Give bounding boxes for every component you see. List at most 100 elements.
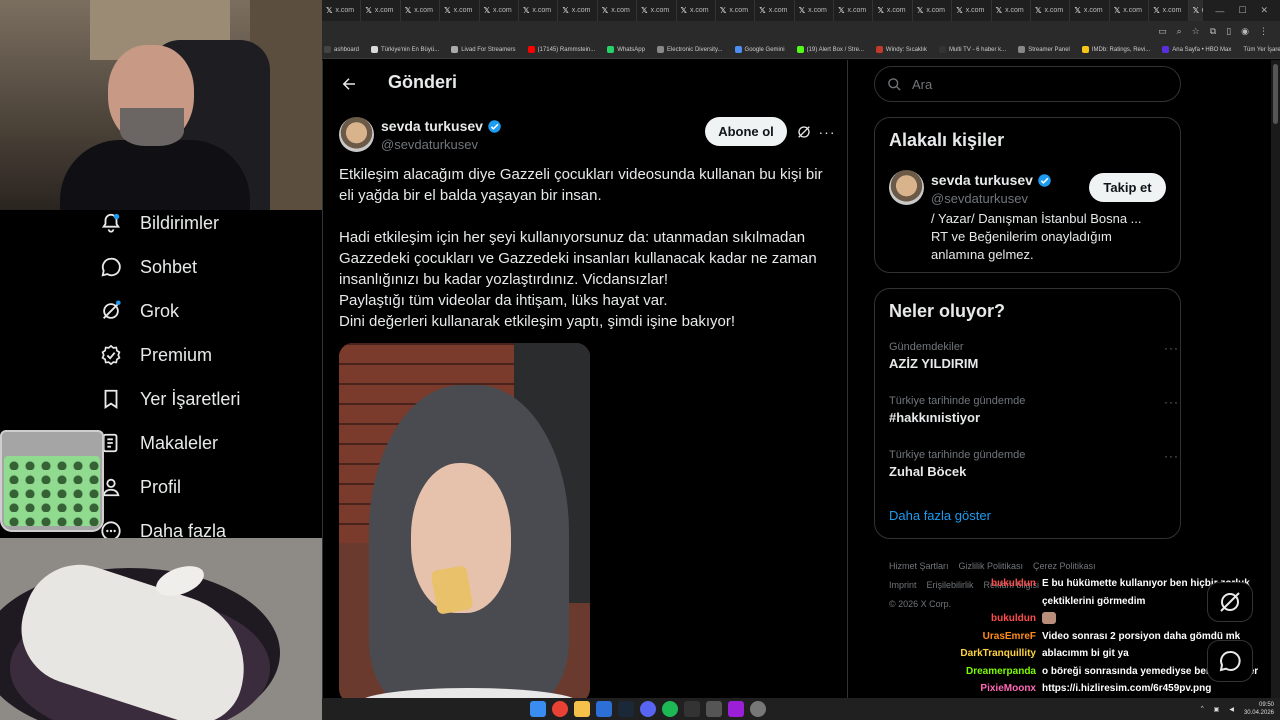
bookmark-item[interactable]: Google Gemini — [734, 46, 785, 53]
more-options-button[interactable]: ··· — [817, 122, 837, 142]
back-button[interactable] — [337, 72, 361, 96]
sidebar-item-profil[interactable]: Profil — [100, 474, 181, 500]
sidebar-item-premium[interactable]: Premium — [100, 342, 212, 368]
menu-icon[interactable]: ⋮ — [1259, 26, 1268, 37]
trend-item[interactable]: Türkiye tarihinde gündemde Zuhal Böcek ··· — [889, 449, 1179, 479]
browser-tab[interactable]: 𝕏x.com — [913, 0, 953, 21]
bookmark-item[interactable]: Ana Sayfa • HBO Max — [1162, 46, 1231, 53]
sidebar-item-bildirimler[interactable]: Bildirimler — [100, 210, 219, 236]
related-name-row[interactable]: sevda turkusev — [931, 172, 1052, 188]
browser-tab[interactable]: 𝕏x.com — [637, 0, 677, 21]
start-icon[interactable] — [530, 701, 546, 717]
volume-icon[interactable]: ◀ — [1229, 706, 1234, 713]
kick-icon[interactable] — [728, 701, 744, 717]
zoom-icon[interactable]: ⌕ — [1177, 26, 1182, 37]
browser-tab[interactable]: 𝕏x.com — [480, 0, 519, 21]
grok-float-button[interactable] — [1207, 582, 1253, 622]
browser-tab[interactable]: 𝕏x.com — [440, 0, 480, 21]
obs-icon[interactable] — [750, 701, 766, 717]
split-view-icon[interactable]: ▯ — [1226, 26, 1231, 37]
profile-icon[interactable]: ◉ — [1241, 26, 1249, 37]
browser-tab[interactable]: 𝕏x.com — [1110, 0, 1150, 21]
author-handle[interactable]: @sevdaturkusev — [381, 137, 478, 152]
bookmark-item[interactable]: Windy: Sıcaklık — [875, 46, 927, 53]
footer-link[interactable]: Hizmet Şartları — [889, 561, 949, 571]
chrome-icon[interactable] — [552, 701, 568, 717]
steam-icon[interactable] — [618, 701, 634, 717]
bookmark-item[interactable]: Streamer Panel — [1018, 46, 1070, 53]
maximize-icon[interactable]: ☐ — [1238, 5, 1246, 16]
sidebar-item-makaleler[interactable]: Makaleler — [100, 430, 218, 456]
bookmark-item[interactable]: (19) Alert Box / Stre... — [796, 46, 864, 53]
browser-tab[interactable]: 𝕏x.com — [598, 0, 638, 21]
browser-tab[interactable]: 𝕏x.com — [952, 0, 992, 21]
app-icon[interactable] — [596, 701, 612, 717]
discord-icon[interactable] — [640, 701, 656, 717]
browser-tab[interactable]: 𝕏x.com — [795, 0, 835, 21]
bookmark-item[interactable]: ashboard — [324, 46, 359, 53]
browser-tab[interactable]: 𝕏x.com — [755, 0, 795, 21]
related-name[interactable]: sevda turkusev — [931, 172, 1033, 188]
author-name-row[interactable]: sevda turkusev — [381, 118, 502, 134]
trend-item[interactable]: Türkiye tarihinde gündemde #hakkınıistiyo… — [889, 395, 1179, 425]
all-bookmarks-button[interactable]: Tüm Yer İşaretleri — [1243, 47, 1280, 53]
network-icon[interactable]: ▣ — [1214, 706, 1220, 713]
bookmark-item[interactable]: Türkiye'nin En Büyü... — [371, 46, 439, 53]
trend-item[interactable]: Gündemdekiler AZİZ YILDIRIM ··· — [889, 341, 1179, 371]
spotify-icon[interactable] — [662, 701, 678, 717]
browser-tab[interactable]: 𝕏x.com — [361, 0, 401, 21]
browser-tab[interactable]: 𝕏x.com — [322, 0, 362, 21]
bookmark-favicon-icon — [451, 46, 459, 53]
epic-games-icon[interactable] — [684, 701, 700, 717]
bookmark-item[interactable]: Electronic Diversity... — [656, 46, 723, 53]
minimize-icon[interactable]: — — [1215, 6, 1224, 16]
chevron-up-icon[interactable]: ^ — [1201, 706, 1204, 712]
folder-icon[interactable] — [574, 701, 590, 717]
trend-more-button[interactable]: ··· — [1164, 341, 1179, 355]
follow-button[interactable]: Takip et — [1089, 173, 1166, 202]
app-icon[interactable] — [706, 701, 722, 717]
browser-tab[interactable]: 𝕏x.com — [873, 0, 913, 21]
show-more-link[interactable]: Daha fazla göster — [889, 508, 991, 523]
browser-tab[interactable]: 𝕏x.com — [992, 0, 1032, 21]
browser-tab[interactable]: 𝕏x.com — [834, 0, 874, 21]
browser-tab[interactable]: 𝕏x.com — [401, 0, 441, 21]
trend-more-button[interactable]: ··· — [1164, 395, 1179, 409]
browser-tab[interactable]: 𝕏x.com — [677, 0, 716, 21]
subscribe-button[interactable]: Abone ol — [705, 117, 787, 146]
related-handle[interactable]: @sevdaturkusev — [931, 191, 1028, 206]
post-video[interactable] — [339, 343, 590, 700]
footer-link[interactable]: Çerez Politikası — [1033, 561, 1096, 571]
scrollbar-thumb[interactable] — [1273, 64, 1278, 124]
bookmark-item[interactable]: (17145) Rammstein... — [527, 46, 595, 53]
footer-link[interactable]: Imprint — [889, 580, 917, 590]
page-scrollbar[interactable] — [1271, 60, 1280, 700]
sidebar-item-grok[interactable]: Grok — [100, 298, 179, 324]
search-input[interactable] — [912, 76, 1152, 92]
clock[interactable]: 09:50 30.04.2026 — [1244, 701, 1274, 717]
browser-tab[interactable]: 𝕏x.com — [1149, 0, 1189, 21]
author-avatar[interactable] — [339, 117, 374, 152]
bookmark-item[interactable]: WhatsApp — [607, 46, 645, 53]
trend-more-button[interactable]: ··· — [1164, 449, 1179, 463]
screen-share-icon[interactable]: ▭ — [1158, 26, 1167, 37]
sidebar-item-sohbet[interactable]: Sohbet — [100, 254, 197, 280]
browser-tab[interactable]: 𝕏x.com — [1031, 0, 1071, 21]
footer-link[interactable]: Gizlilik Politikası — [959, 561, 1024, 571]
close-icon[interactable]: ✕ — [1260, 5, 1268, 16]
browser-tab[interactable]: 𝕏x.com — [519, 0, 559, 21]
bookmark-item[interactable]: Multi TV - 6 haber k... — [938, 46, 1006, 53]
bookmark-item[interactable]: Livad For Streamers — [451, 46, 516, 53]
search-box[interactable] — [874, 66, 1181, 102]
browser-tab[interactable]: 𝕏x.com — [1070, 0, 1110, 21]
sidebar-item-yer-i̇şaretleri[interactable]: Yer İşaretleri — [100, 386, 240, 412]
extensions-icon[interactable]: ⧉ — [1210, 26, 1216, 37]
star-icon[interactable]: ☆ — [1192, 26, 1200, 37]
related-avatar[interactable] — [889, 170, 924, 205]
bookmark-item[interactable]: IMDb: Ratings, Revi... — [1081, 46, 1150, 53]
browser-tab[interactable]: 𝕏x.com — [558, 0, 598, 21]
browser-tab[interactable]: 𝕏x.com — [716, 0, 756, 21]
messages-float-button[interactable] — [1207, 640, 1253, 682]
grok-explain-button[interactable] — [794, 122, 814, 142]
author-name[interactable]: sevda turkusev — [381, 118, 483, 134]
